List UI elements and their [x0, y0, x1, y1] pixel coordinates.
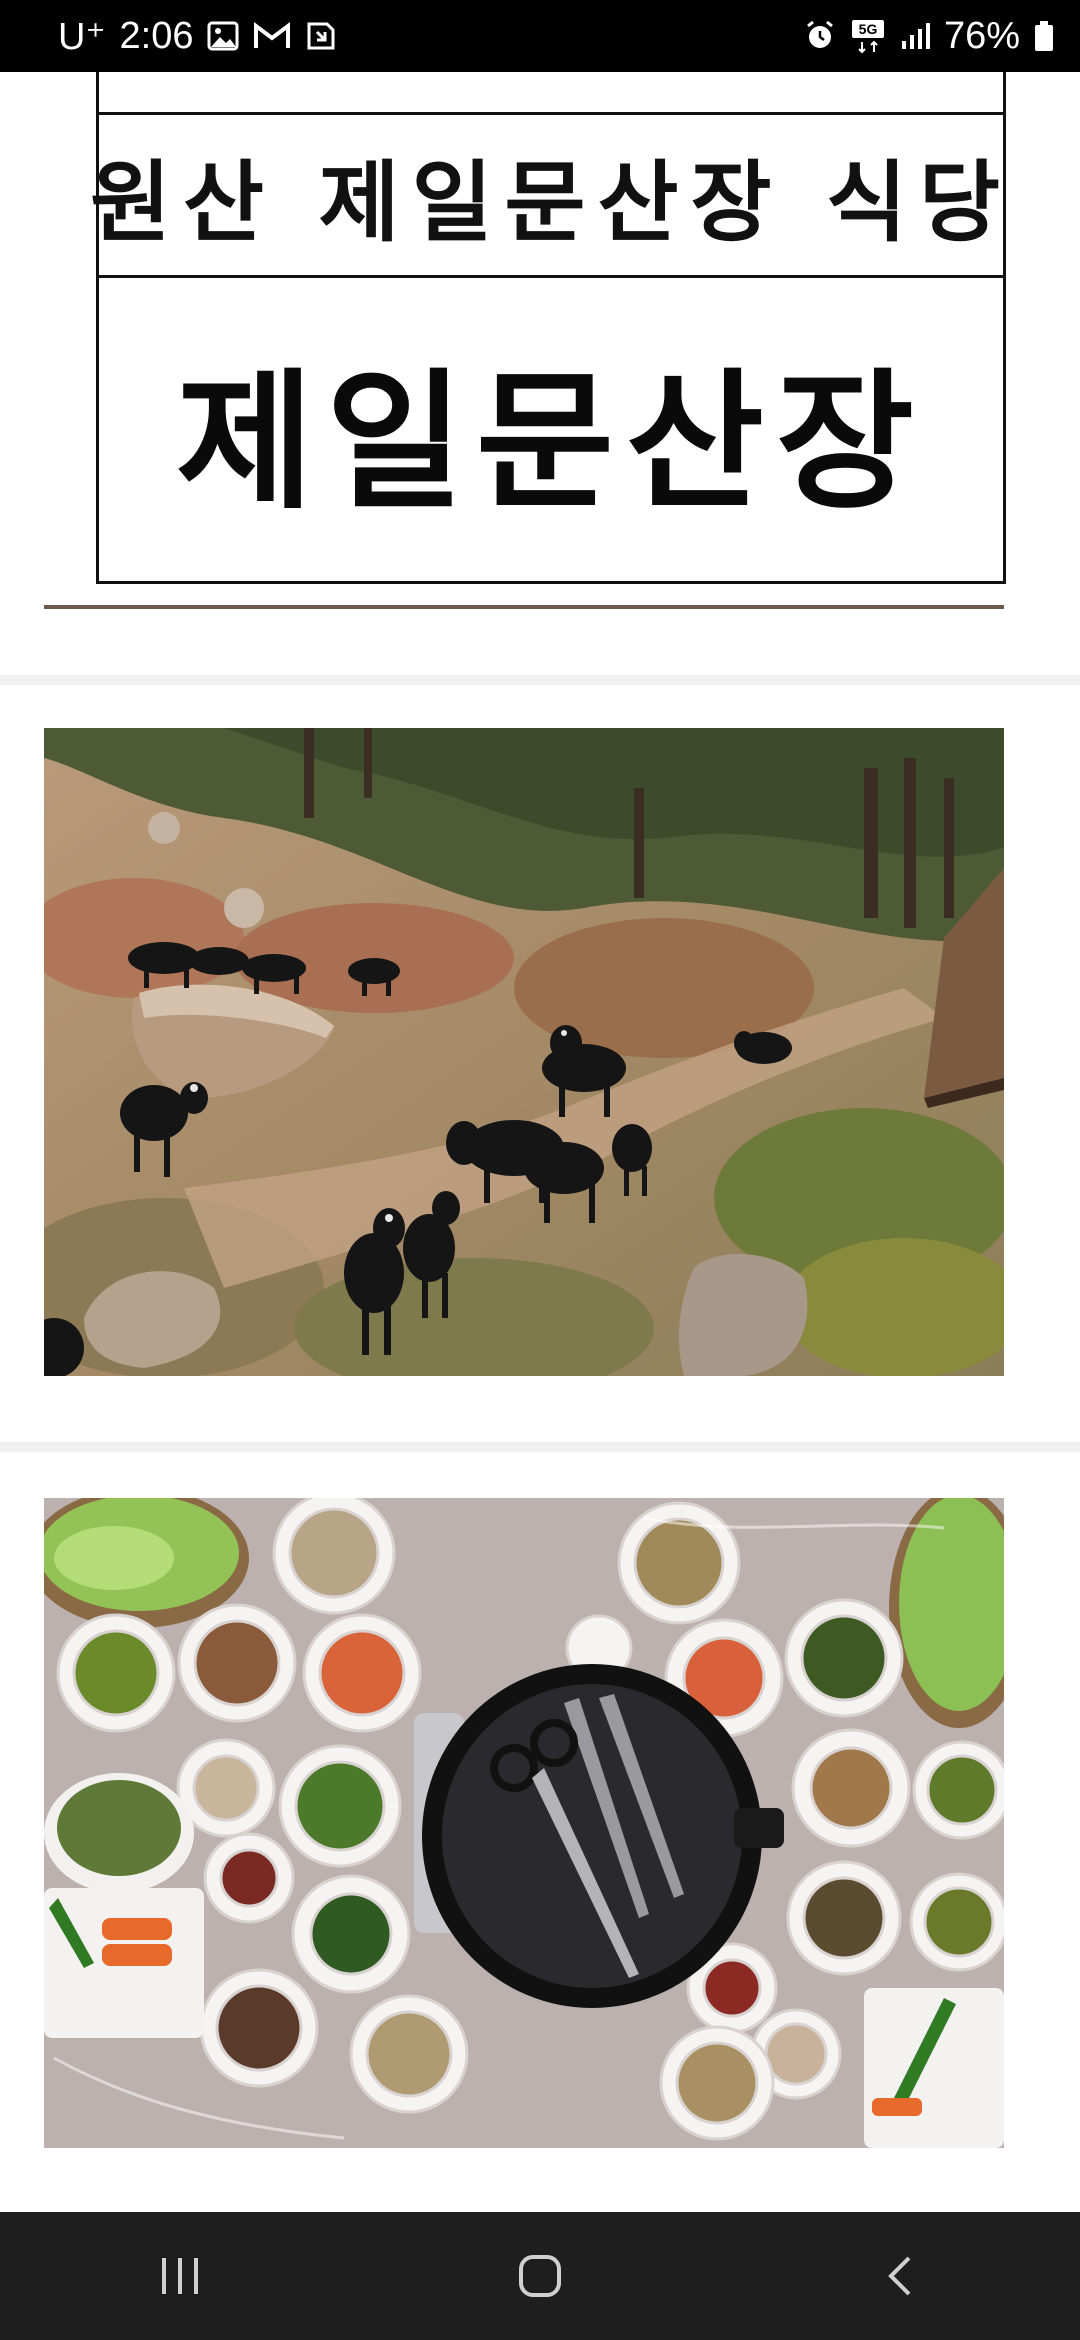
section-separator	[0, 675, 1080, 685]
back-icon	[888, 2256, 911, 2296]
recents-icon	[162, 2258, 198, 2294]
sign-row-lodge-name: 제일문산장	[99, 278, 1003, 581]
status-bar: U⁺ 2:06 5G 76%	[0, 0, 1080, 72]
home-icon	[519, 2255, 561, 2297]
svg-text:5G: 5G	[859, 21, 878, 37]
web-content[interactable]: 원산 제일문산장 식당 제일문산장	[0, 72, 1080, 2212]
sign-cropped-row	[99, 72, 1003, 115]
sign-row-restaurant-name: 원산 제일문산장 식당	[90, 115, 1003, 278]
sign-line-2: 제일문산장	[175, 354, 926, 530]
gmail-notification-icon	[253, 22, 291, 50]
network-5g-icon: 5G	[850, 18, 886, 54]
battery-percent: 76%	[943, 14, 1020, 57]
goats-on-hillside-photo[interactable]	[44, 728, 1004, 1376]
battery-icon	[1034, 20, 1054, 52]
carrier-label: U⁺	[58, 15, 106, 58]
back-button[interactable]	[840, 2236, 960, 2316]
restaurant-signboard-image: 원산 제일문산장 식당 제일문산장	[90, 72, 1006, 584]
gallery-notification-icon	[207, 21, 239, 51]
section-separator	[0, 1442, 1080, 1452]
time-label: 2:06	[119, 14, 194, 57]
korean-barbecue-table-photo[interactable]	[44, 1498, 1004, 2148]
recents-button[interactable]	[120, 2236, 240, 2316]
alarm-icon	[804, 20, 836, 52]
app-notification-icon	[305, 20, 337, 52]
signal-strength-icon	[900, 21, 930, 51]
image-edge	[44, 605, 1004, 609]
home-button[interactable]	[480, 2236, 600, 2316]
sign-line-1: 원산 제일문산장 식당	[90, 149, 1012, 254]
system-navigation-bar	[0, 2212, 1080, 2340]
